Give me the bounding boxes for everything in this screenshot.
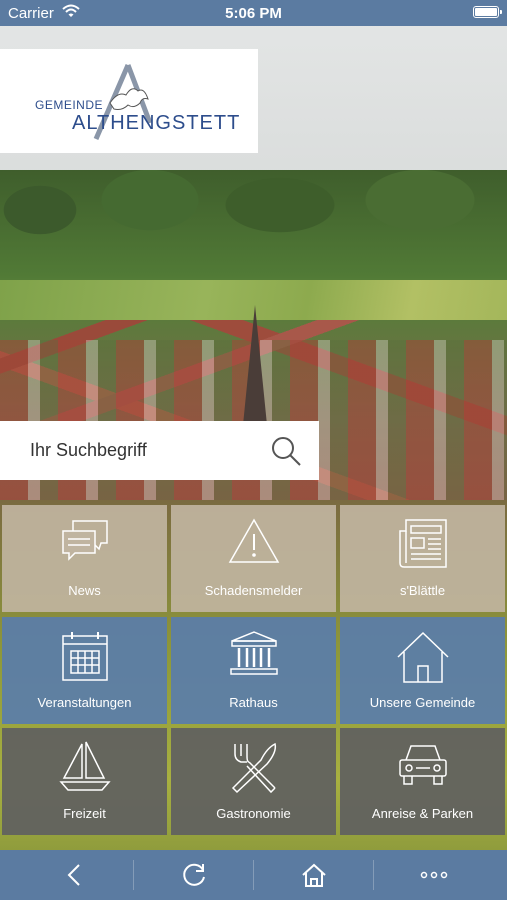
fork-knife-icon (231, 742, 276, 794)
back-icon (67, 864, 80, 886)
search-icon[interactable] (270, 435, 302, 467)
tile-label: News (68, 583, 101, 598)
tile-label: Schadensmelder (204, 583, 303, 598)
tile-label: Anreise & Parken (371, 806, 474, 821)
tile-label: Gastronomie (216, 806, 291, 821)
battery-icon (473, 6, 502, 18)
home-button[interactable] (254, 850, 374, 900)
reload-button[interactable] (134, 850, 254, 900)
tile-schadensmelder[interactable]: Schadensmelder (171, 505, 336, 612)
back-button[interactable] (14, 850, 134, 900)
car-icon (398, 745, 447, 785)
more-icon (420, 871, 448, 879)
tile-blaettle[interactable]: s'Blättle (340, 505, 505, 612)
tile-rathaus[interactable]: Rathaus (171, 617, 336, 724)
tile-label: Rathaus (229, 695, 278, 710)
tile-unsere-gemeinde[interactable]: Unsere Gemeinde (340, 617, 505, 724)
search-input[interactable] (30, 435, 250, 465)
more-button[interactable] (374, 850, 494, 900)
home-icon (302, 863, 326, 887)
tile-veranstaltungen[interactable]: Veranstaltungen (2, 617, 167, 724)
house-icon (396, 631, 449, 683)
tile-anreise-parken[interactable]: Anreise & Parken (340, 728, 505, 835)
status-bar: Carrier 5:06 PM (0, 0, 507, 26)
tile-label: Unsere Gemeinde (369, 695, 476, 710)
tile-label: Freizeit (63, 806, 106, 821)
chat-bubbles-icon (61, 520, 108, 561)
logo-line2: ALTHENGSTETT (72, 112, 241, 134)
newspaper-icon (398, 519, 447, 568)
calendar-icon (61, 632, 108, 681)
municipality-logo: GEMEINDE ALTHENGSTETT (0, 49, 258, 153)
bottom-toolbar (0, 850, 507, 900)
tile-freizeit[interactable]: Freizeit (2, 728, 167, 835)
search-box[interactable] (0, 421, 319, 480)
sailboat-icon (58, 741, 111, 791)
reload-icon (183, 863, 205, 886)
logo-line1: GEMEINDE (35, 98, 104, 112)
tile-label: s'Blättle (399, 583, 446, 598)
town-hall-icon (229, 631, 278, 675)
clock: 5:06 PM (225, 5, 282, 22)
warning-icon (228, 518, 279, 563)
tile-gastronomie[interactable]: Gastronomie (171, 728, 336, 835)
tile-label: Veranstaltungen (37, 695, 132, 710)
tile-news[interactable]: News (2, 505, 167, 612)
